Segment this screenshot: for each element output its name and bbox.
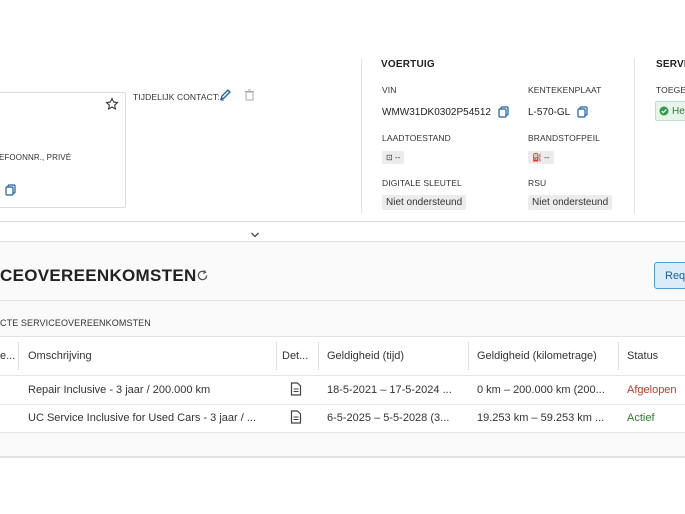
column-header-type[interactable]: e... [0, 350, 15, 362]
rsu-value: Niet ondersteund [528, 195, 613, 210]
fuel-value: ⛽ -- [528, 151, 554, 164]
row-description: UC Service Inclusive for Used Cars - 3 j… [28, 412, 257, 424]
column-header-status[interactable]: Status [627, 350, 658, 362]
vehicle-title: VOERTUIG [381, 59, 435, 70]
plate-label: KENTEKENPLAAT [528, 85, 602, 95]
check-circle-icon [659, 106, 669, 116]
document-icon[interactable] [290, 382, 302, 401]
plate-value: L-570-GL [528, 107, 571, 118]
agreements-title: CEOVEREENKOMSTEN [0, 266, 197, 285]
copy-vin-icon[interactable] [498, 105, 509, 123]
service-sub-label: TOEGEV [656, 85, 685, 95]
request-button-label: Requ [665, 269, 685, 282]
row-divider [0, 432, 685, 433]
row-validity-km: 19.253 km – 59.253 km ... [477, 412, 605, 424]
service-status-badge: He [655, 101, 685, 121]
row-validity-time: 18-5-2021 – 17-5-2024 ... [327, 384, 452, 396]
service-title: SERVIC [656, 59, 685, 70]
header-divider [0, 221, 685, 222]
document-icon[interactable] [290, 410, 302, 429]
row-status: Afgelopen [627, 384, 677, 396]
rsu-label: RSU [528, 178, 547, 188]
column-separator[interactable] [618, 342, 619, 370]
refresh-icon[interactable] [196, 269, 209, 287]
column-separator[interactable] [276, 342, 277, 370]
section-divider [0, 300, 685, 301]
temp-contact-label: TIJDELIJK CONTACT: [133, 92, 220, 102]
edit-icon[interactable] [219, 88, 231, 106]
phone-private-label: EFOONNR., PRIVÉ [0, 153, 72, 162]
row-status: Actief [627, 412, 655, 424]
service-badge-text: He [672, 105, 685, 117]
row-description: Repair Inclusive - 3 jaar / 200.000 km [28, 384, 211, 396]
request-button[interactable]: Requ [654, 262, 685, 289]
trash-icon[interactable] [244, 88, 255, 106]
agreements-subtitle: CTE SERVICEOVEREENKOMSTEN [0, 318, 151, 328]
divider [634, 58, 635, 214]
column-header-description[interactable]: Omschrijving [28, 350, 92, 362]
column-separator[interactable] [318, 342, 319, 370]
charge-value: ⊡ -- [382, 151, 405, 164]
vin-label: VIN [382, 85, 397, 95]
fuel-label: BRANDSTOFPEIL [528, 133, 600, 143]
contact-card: EFOONNR., PRIVÉ [0, 92, 126, 208]
charge-label: LAADTOESTAND [382, 133, 451, 143]
row-validity-time: 6-5-2025 – 5-5-2028 (3... [327, 412, 450, 424]
column-header-validity-km[interactable]: Geldigheid (kilometrage) [477, 350, 597, 362]
column-header-validity-time[interactable]: Geldigheid (tijd) [327, 350, 404, 362]
digital-key-label: DIGITALE SLEUTEL [382, 178, 462, 188]
vin-value: WMW31DK0302P54512 [382, 107, 491, 118]
star-icon[interactable] [105, 97, 119, 116]
divider [361, 58, 362, 214]
row-validity-km: 0 km – 200.000 km (200... [477, 384, 605, 396]
copy-icon[interactable] [5, 183, 16, 201]
digital-key-value: Niet ondersteund [382, 195, 467, 210]
column-header-details[interactable]: Det... [282, 350, 308, 362]
copy-plate-icon[interactable] [577, 105, 588, 123]
column-separator[interactable] [468, 342, 469, 370]
column-separator[interactable] [18, 342, 19, 370]
